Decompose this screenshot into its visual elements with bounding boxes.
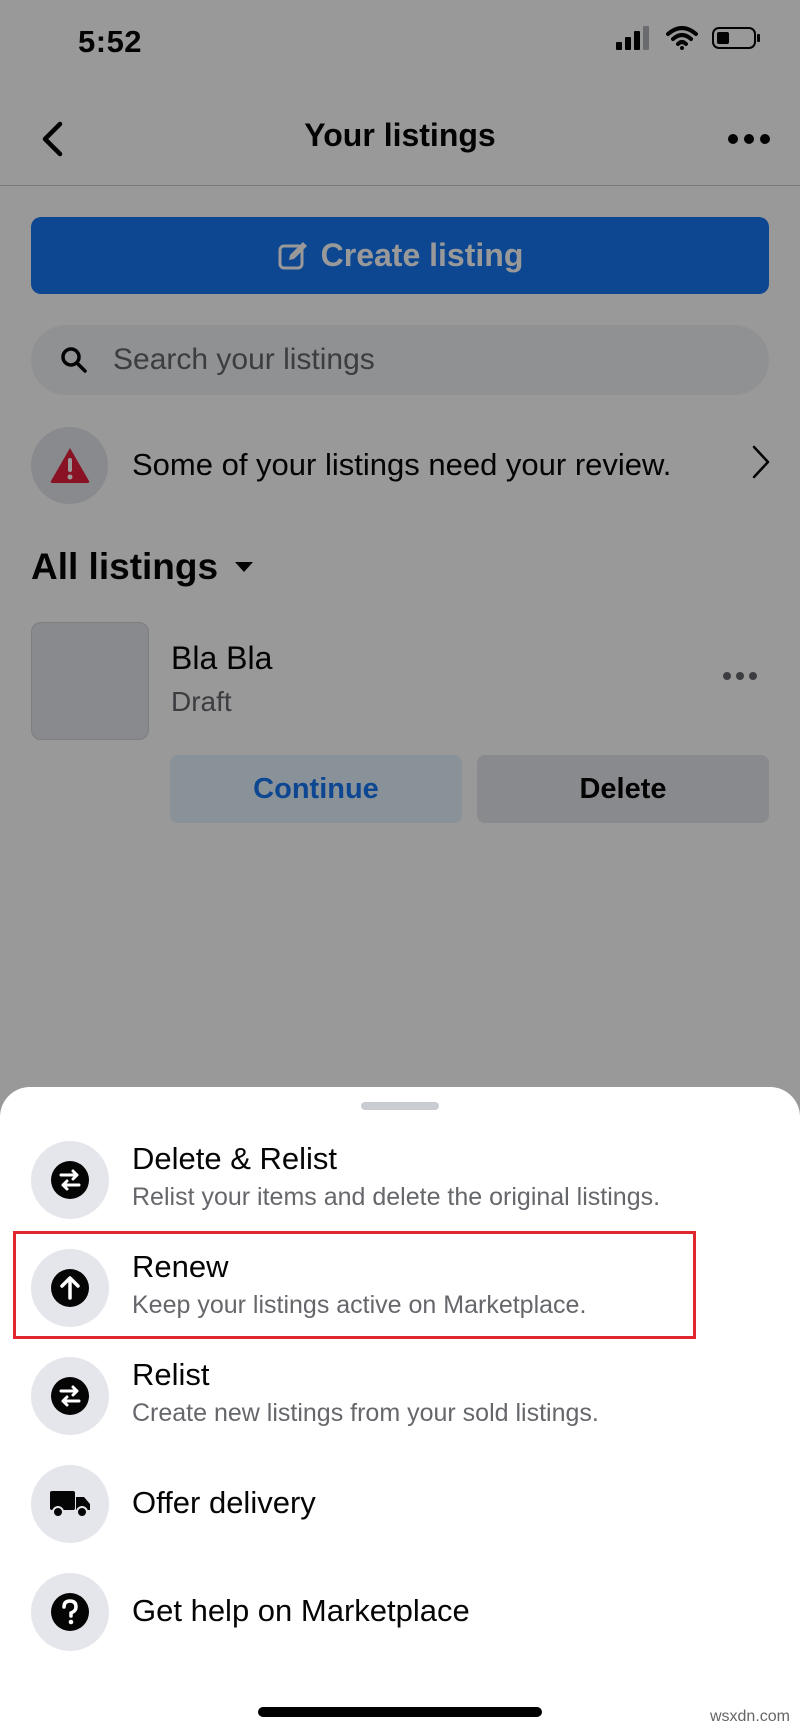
- your-listings-screen: 5:52 Your listings Create listing Search…: [0, 0, 800, 1732]
- option-get-help[interactable]: Get help on Marketplace: [31, 1573, 771, 1651]
- option-subtitle: Relist your items and delete the origina…: [132, 1183, 661, 1211]
- option-subtitle: Create new listings from your sold listi…: [132, 1399, 599, 1427]
- option-delete-relist[interactable]: Delete & Relist Relist your items and de…: [31, 1141, 771, 1219]
- question-circle-icon: [51, 1593, 89, 1631]
- watermark: wsxdn.com: [709, 1708, 790, 1725]
- option-title: Delete & Relist: [132, 1141, 338, 1176]
- option-subtitle: Keep your listings active on Marketplace…: [132, 1291, 587, 1319]
- option-title: Relist: [132, 1357, 210, 1392]
- option-title: Renew: [132, 1249, 229, 1284]
- option-offer-delivery[interactable]: Offer delivery: [31, 1465, 771, 1543]
- option-title: Get help on Marketplace: [132, 1593, 470, 1628]
- arrow-up-circle-icon: [51, 1269, 89, 1307]
- sheet-drag-handle[interactable]: [361, 1102, 439, 1110]
- option-title: Offer delivery: [132, 1485, 316, 1520]
- bottom-sheet: Delete & Relist Relist your items and de…: [0, 1087, 800, 1732]
- option-relist[interactable]: Relist Create new listings from your sol…: [31, 1357, 771, 1435]
- swap-arrows-icon: [51, 1161, 89, 1199]
- swap-arrows-icon: [51, 1377, 89, 1415]
- option-renew[interactable]: Renew Keep your listings active on Marke…: [31, 1249, 771, 1327]
- home-indicator[interactable]: [258, 1707, 542, 1717]
- truck-icon: [50, 1491, 90, 1518]
